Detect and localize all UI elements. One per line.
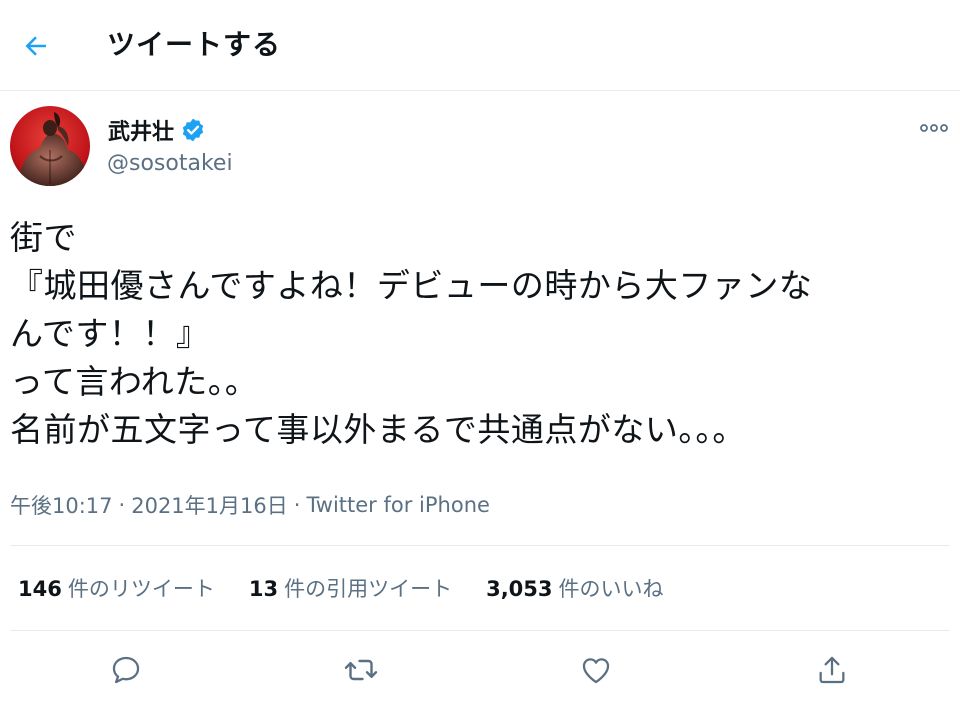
tweet-meta: 午後10:17 · 2021年1月16日 · Twitter for iPhon…: [10, 488, 490, 522]
tweet-date[interactable]: 2021年1月16日: [131, 490, 288, 520]
avatar-image: [10, 106, 90, 186]
tweet-source[interactable]: Twitter for iPhone: [306, 493, 490, 517]
retweet-button[interactable]: [339, 648, 383, 692]
arrow-left-icon: [25, 36, 46, 56]
more-button[interactable]: [914, 112, 954, 144]
divider: [10, 545, 950, 546]
retweet-icon: [344, 659, 378, 681]
heart-icon: [582, 658, 610, 684]
author-handle[interactable]: @sosotakei: [107, 148, 233, 180]
tweet-time[interactable]: 午後10:17: [10, 490, 113, 520]
tweet-line: 街で: [10, 218, 77, 257]
display-name: 武井壮: [108, 120, 175, 145]
tweet-line: 名前が五文字って事以外まるで共通点がない。。。: [10, 410, 746, 449]
tweet-stats: 146 件のリツイート 13 件の引用ツイート 3,053 件のいいね: [18, 570, 664, 606]
like-button[interactable]: [574, 648, 618, 692]
reply-button[interactable]: [104, 648, 148, 692]
meta-separator: ·: [293, 493, 301, 517]
quotes-label: 件の引用ツイート: [284, 577, 453, 601]
tweet-line: んです！！』: [10, 314, 210, 353]
avatar[interactable]: [10, 106, 90, 186]
back-button[interactable]: [14, 24, 58, 68]
verified-badge-icon: [182, 118, 204, 142]
quotes-stat[interactable]: 13 件の引用ツイート: [249, 573, 452, 603]
divider: [10, 630, 950, 631]
retweets-stat[interactable]: 146 件のリツイート: [18, 573, 215, 603]
retweets-count: 146: [18, 577, 62, 601]
reply-icon: [112, 656, 140, 684]
share-icon: [819, 656, 845, 684]
tweet-line: って言われた。。: [10, 362, 259, 401]
header: ツイートする: [0, 0, 960, 91]
share-button[interactable]: [810, 648, 854, 692]
tweet-text: 街で 『城田優さんですよね！デビューの時から大ファンな んです！！』 って言われ…: [10, 214, 950, 454]
retweets-label: 件のリツイート: [67, 577, 215, 601]
likes-stat[interactable]: 3,053 件のいいね: [486, 573, 663, 603]
meta-separator: ·: [118, 493, 126, 517]
tweet-line: 『城田優さんですよね！デビューの時から大ファンな: [10, 266, 813, 305]
author-name-row[interactable]: 武井壮: [108, 112, 206, 148]
tweet-actions: [0, 642, 960, 698]
likes-label: 件のいいね: [558, 577, 664, 601]
more-icon: [920, 124, 948, 132]
page-title: ツイートする: [107, 28, 282, 61]
likes-count: 3,053: [486, 577, 553, 601]
quotes-count: 13: [248, 577, 279, 601]
